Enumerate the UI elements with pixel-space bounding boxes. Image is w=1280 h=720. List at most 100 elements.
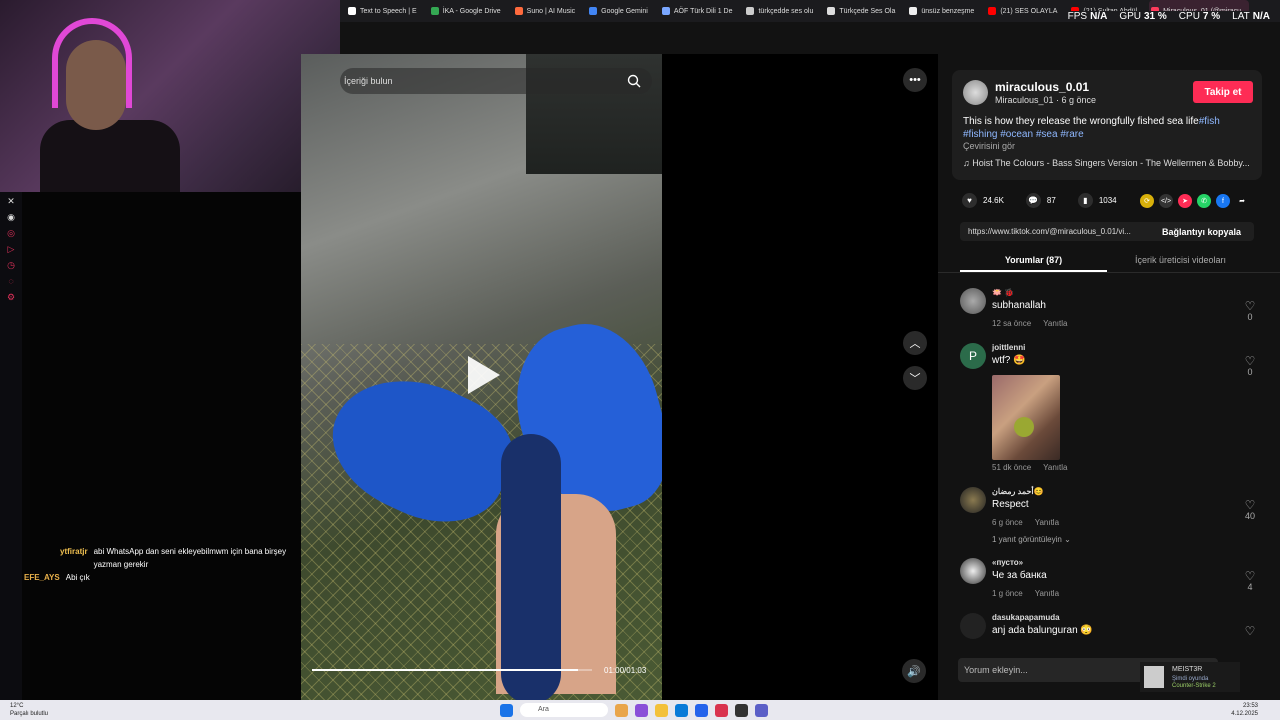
- steam-notification[interactable]: MEIST3R Şimdi oyunda Counter-Strike 2: [1140, 662, 1240, 692]
- avatar[interactable]: [960, 613, 986, 639]
- x-icon[interactable]: ✕: [6, 196, 16, 206]
- bookmark-item[interactable]: Suno | AI Music: [513, 0, 584, 22]
- comment-like-button[interactable]: ♡: [1240, 625, 1260, 637]
- embed-icon[interactable]: </>: [1159, 194, 1173, 208]
- author-subline: Miraculous_01 · 6 g önce: [995, 95, 1097, 105]
- headset: [52, 18, 132, 108]
- comment-author[interactable]: «пусто»: [992, 558, 1023, 567]
- hashtag-link[interactable]: #ocean: [1000, 129, 1033, 140]
- play-icon[interactable]: [468, 356, 500, 394]
- heart-outline-icon: ♡: [1244, 498, 1256, 512]
- author-avatar[interactable]: [963, 80, 988, 105]
- taskbar-apps: Ara: [500, 703, 768, 717]
- tab-comments[interactable]: Yorumlar (87): [960, 250, 1107, 272]
- volume-icon[interactable]: 🔊: [902, 659, 926, 683]
- chevron-up-icon[interactable]: ︿: [903, 331, 927, 355]
- opera-icon[interactable]: [715, 703, 728, 717]
- comment-like-button[interactable]: ♡ 4: [1240, 570, 1260, 592]
- bookmark-item[interactable]: (21) SES OLAYLA: [986, 0, 1065, 22]
- bookmark-item[interactable]: AÖF Türk Dili 1 De: [660, 0, 741, 22]
- bookmark-item[interactable]: türkçedde ses olu: [744, 0, 821, 22]
- avatar[interactable]: [960, 288, 986, 314]
- comment-author[interactable]: dasukapapamuda: [992, 613, 1060, 622]
- clock-time: 23:53: [1242, 703, 1258, 709]
- avatar[interactable]: [960, 558, 986, 584]
- bookmark-item[interactable]: ünsüz benzeşme: [907, 0, 982, 22]
- bookmark-item[interactable]: İKA - Google Drive: [429, 0, 509, 22]
- reply-link[interactable]: Yanıtla: [1035, 589, 1059, 598]
- bookmark-item[interactable]: Google Gemini: [587, 0, 656, 22]
- hashtag-link[interactable]: #fish: [1199, 116, 1220, 127]
- comment-like-button[interactable]: ♡ 40: [1240, 499, 1260, 521]
- clock[interactable]: 23:53 4.12.2025: [1231, 702, 1258, 718]
- comment-like-button[interactable]: ♡ 0: [1240, 300, 1260, 322]
- like-button[interactable]: ♥ 24.6K: [962, 193, 1004, 208]
- video-progress[interactable]: [312, 669, 592, 671]
- rail-icon-4[interactable]: ◌: [6, 276, 16, 286]
- view-replies-link[interactable]: 1 yanıt görüntüleyin ⌄: [992, 535, 1071, 544]
- follow-button[interactable]: Takip et: [1193, 81, 1253, 103]
- rail-icon-3[interactable]: ◷: [6, 260, 16, 270]
- bookmark-item[interactable]: Türkçede Ses Ola: [825, 0, 903, 22]
- music-link[interactable]: ♫ Hoist The Colours - Bass Singers Versi…: [963, 158, 1255, 168]
- widget-icon[interactable]: [615, 703, 628, 717]
- hashtag-link[interactable]: #fishing: [963, 129, 997, 140]
- repost-icon[interactable]: ⟳: [1140, 194, 1154, 208]
- chat-overlay: ytfiratjr abi WhatsApp dan seni ekleyebi…: [24, 545, 300, 584]
- share-arrow-icon[interactable]: ➦: [1235, 194, 1249, 208]
- settings-icon[interactable]: ⚙: [6, 292, 16, 302]
- teams-icon[interactable]: [755, 703, 768, 717]
- rail-icon-2[interactable]: ▷: [6, 244, 16, 254]
- send-icon[interactable]: ➤: [1178, 194, 1192, 208]
- avatar[interactable]: P: [960, 343, 986, 369]
- search-icon[interactable]: [626, 73, 642, 89]
- comment-like-button[interactable]: ♡ 0: [1240, 355, 1260, 377]
- favicon-icon: [589, 7, 598, 15]
- save-button[interactable]: ▮ 1034: [1077, 193, 1117, 208]
- music-note-icon: ♫: [963, 158, 973, 168]
- store-icon[interactable]: [695, 703, 708, 717]
- bookmark-item[interactable]: Text to Speech | E: [346, 0, 425, 22]
- author-handle[interactable]: miraculous_0.01: [995, 80, 1089, 94]
- video-progress-fill: [312, 669, 578, 671]
- comment-author[interactable]: joittlenni: [992, 343, 1025, 352]
- reply-link[interactable]: Yanıtla: [1035, 518, 1059, 527]
- taskbar-search[interactable]: Ara: [520, 703, 608, 717]
- comment-sticker-image[interactable]: [992, 375, 1060, 460]
- edge-icon[interactable]: [675, 703, 688, 717]
- steam-icon[interactable]: [735, 703, 748, 717]
- streamer-shirt: [40, 120, 180, 192]
- translate-link[interactable]: Çevirisini gör: [963, 141, 1015, 151]
- hashtag-link[interactable]: #sea: [1036, 129, 1058, 140]
- explorer-icon[interactable]: [655, 703, 668, 717]
- comment-author[interactable]: أحمد رمضان😊: [992, 487, 1044, 496]
- start-icon[interactable]: [500, 703, 513, 717]
- comment-meta: 1 g önce Yanıtla: [992, 589, 1059, 598]
- favicon-icon: [661, 7, 670, 15]
- share-url[interactable]: https://www.tiktok.com/@miraculous_0.01/…: [960, 227, 1156, 236]
- chevron-down-icon[interactable]: ﹀: [903, 366, 927, 390]
- chat-username: EFE_AYS: [24, 573, 60, 582]
- bookmark-label: İKA - Google Drive: [442, 7, 501, 15]
- taskbar: 12°C Parçalı bulutlu Ara 23:53 4.12.2025: [0, 700, 1280, 720]
- more-options-icon[interactable]: •••: [903, 68, 927, 92]
- weather-widget[interactable]: 12°C Parçalı bulutlu: [10, 702, 48, 718]
- facebook-icon[interactable]: f: [1216, 194, 1230, 208]
- reply-link[interactable]: Yanıtla: [1043, 319, 1067, 328]
- copilot-icon[interactable]: [635, 703, 648, 717]
- search-input[interactable]: İçeriği bulun: [340, 68, 652, 94]
- comment-button[interactable]: 💬 87: [1025, 193, 1056, 208]
- comment-text: Respect: [992, 499, 1029, 510]
- avatar[interactable]: [960, 487, 986, 513]
- comment-author[interactable]: 🪷 🐞: [992, 288, 1014, 297]
- whatsapp-icon[interactable]: ✆: [1197, 194, 1211, 208]
- tab-creator-videos[interactable]: İçerik üreticisi videoları: [1107, 250, 1254, 272]
- reply-link[interactable]: Yanıtla: [1043, 463, 1067, 472]
- hashtag-link[interactable]: #rare: [1060, 129, 1083, 140]
- copy-link-button[interactable]: Bağlantıyı kopyala: [1156, 227, 1241, 237]
- perf-overlay: FPS N/A GPU 31 % CPU 7 % LAT N/A: [1063, 11, 1274, 22]
- rail-icon-1[interactable]: ◎: [6, 228, 16, 238]
- discord-icon[interactable]: ◉: [6, 212, 16, 222]
- description-text: This is how they release the wrongfully …: [963, 116, 1199, 127]
- favicon-icon: [827, 7, 836, 15]
